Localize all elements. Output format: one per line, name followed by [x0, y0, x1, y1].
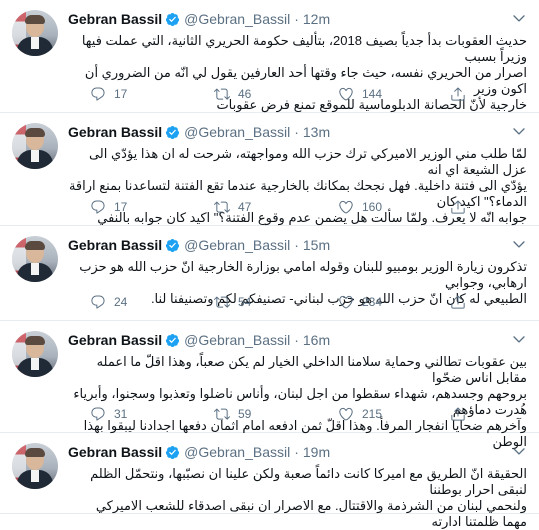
separator-dot: ·	[294, 11, 299, 27]
retweet-icon	[214, 86, 230, 102]
retweet-button[interactable]: 47	[214, 199, 296, 215]
tweet-actions: 17 46 144	[90, 86, 420, 102]
reply-count: 17	[114, 87, 128, 101]
reply-count: 24	[114, 295, 128, 309]
tweet-card[interactable]: Gebran Bassil @Gebran_Bassil · 12m حديث …	[0, 0, 539, 113]
retweet-icon	[214, 294, 230, 310]
reply-icon	[90, 199, 106, 215]
author-handle[interactable]: @Gebran_Bassil	[184, 237, 290, 253]
author-handle[interactable]: @Gebran_Bassil	[184, 332, 290, 348]
tweet-actions: 24 54 234	[90, 294, 420, 310]
verified-icon	[165, 445, 180, 460]
author-name[interactable]: Gebran Bassil	[68, 124, 162, 140]
chevron-down-icon[interactable]	[511, 331, 527, 347]
tweet-actions: 31 59 215	[90, 406, 420, 422]
share-icon[interactable]	[450, 199, 466, 215]
retweet-count: 46	[238, 87, 252, 101]
avatar[interactable]	[12, 10, 58, 56]
reply-button[interactable]: 17	[90, 86, 172, 102]
timestamp[interactable]: 13m	[303, 124, 330, 140]
like-icon	[338, 199, 354, 215]
verified-icon	[165, 333, 180, 348]
reply-icon	[90, 294, 106, 310]
tweet-card[interactable]: Gebran Bassil @Gebran_Bassil · 13m لمّا …	[0, 113, 539, 226]
timestamp[interactable]: 15m	[303, 237, 330, 253]
author-name[interactable]: Gebran Bassil	[68, 11, 162, 27]
chevron-down-icon[interactable]	[511, 10, 527, 26]
reply-icon	[90, 406, 106, 422]
like-count: 215	[362, 407, 383, 421]
tweet-card[interactable]: Gebran Bassil @Gebran_Bassil · 16m بين ع…	[0, 321, 539, 449]
tweet-text: الحقيقة انّ الطريق مع اميركا كانت دائماً…	[90, 466, 527, 529]
reply-icon	[90, 86, 106, 102]
author-name[interactable]: Gebran Bassil	[68, 444, 162, 460]
tweet-card[interactable]: Gebran Bassil @Gebran_Bassil · 19m الحقي…	[0, 433, 539, 529]
tweet-header: Gebran Bassil @Gebran_Bassil · 19m	[68, 443, 527, 461]
like-button[interactable]: 234	[338, 294, 420, 310]
tweet-header: Gebran Bassil @Gebran_Bassil · 12m	[68, 10, 527, 28]
timestamp[interactable]: 12m	[303, 11, 330, 27]
share-icon[interactable]	[450, 294, 466, 310]
like-icon	[338, 294, 354, 310]
tweet-header: Gebran Bassil @Gebran_Bassil · 16m	[68, 331, 527, 349]
author-handle[interactable]: @Gebran_Bassil	[184, 444, 290, 460]
like-count: 144	[362, 87, 383, 101]
timestamp[interactable]: 19m	[303, 444, 330, 460]
tweet-header: Gebran Bassil @Gebran_Bassil · 15m	[68, 236, 527, 254]
chevron-down-icon[interactable]	[511, 123, 527, 139]
timestamp[interactable]: 16m	[303, 332, 330, 348]
retweet-button[interactable]: 59	[214, 406, 296, 422]
reply-count: 17	[114, 200, 128, 214]
author-handle[interactable]: @Gebran_Bassil	[184, 124, 290, 140]
chevron-down-icon[interactable]	[511, 443, 527, 459]
separator-dot: ·	[294, 444, 299, 460]
avatar[interactable]	[12, 236, 58, 282]
tweet-header: Gebran Bassil @Gebran_Bassil · 13m	[68, 123, 527, 141]
share-icon[interactable]	[450, 406, 466, 422]
share-icon[interactable]	[450, 86, 466, 102]
retweet-button[interactable]: 54	[214, 294, 296, 310]
retweet-button[interactable]: 46	[214, 86, 296, 102]
retweet-count: 47	[238, 200, 252, 214]
reply-button[interactable]: 24	[90, 294, 172, 310]
retweet-count: 54	[238, 295, 252, 309]
reply-button[interactable]: 31	[90, 406, 172, 422]
like-button[interactable]: 215	[338, 406, 420, 422]
like-button[interactable]: 160	[338, 199, 420, 215]
verified-icon	[165, 12, 180, 27]
author-name[interactable]: Gebran Bassil	[68, 332, 162, 348]
verified-icon	[165, 238, 180, 253]
separator-dot: ·	[294, 332, 299, 348]
like-icon	[338, 86, 354, 102]
avatar[interactable]	[12, 331, 58, 377]
tweet-card[interactable]: Gebran Bassil @Gebran_Bassil · 15m تذكرو…	[0, 226, 539, 321]
retweet-count: 59	[238, 407, 252, 421]
author-name[interactable]: Gebran Bassil	[68, 237, 162, 253]
separator-dot: ·	[294, 124, 299, 140]
reply-button[interactable]: 17	[90, 199, 172, 215]
verified-icon	[165, 125, 180, 140]
author-handle[interactable]: @Gebran_Bassil	[184, 11, 290, 27]
like-icon	[338, 406, 354, 422]
tweet-actions: 17 47 160	[90, 199, 420, 215]
avatar[interactable]	[12, 443, 58, 489]
like-button[interactable]: 144	[338, 86, 420, 102]
retweet-icon	[214, 199, 230, 215]
retweet-icon	[214, 406, 230, 422]
separator-dot: ·	[294, 237, 299, 253]
like-count: 234	[362, 295, 383, 309]
chevron-down-icon[interactable]	[511, 236, 527, 252]
reply-count: 31	[114, 407, 128, 421]
avatar[interactable]	[12, 123, 58, 169]
like-count: 160	[362, 200, 383, 214]
